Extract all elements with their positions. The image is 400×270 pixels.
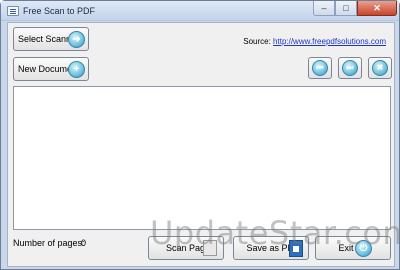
skip-next-icon: ⏭ [342, 60, 358, 76]
save-as-pdf-button[interactable]: Save as PDF [233, 236, 309, 260]
plus-icon: + [68, 61, 85, 78]
source-link[interactable]: http://www.freepdfsolutions.com [273, 37, 386, 46]
app-window: Free Scan to PDF – □ ✕ Select Scanner ➜ … [0, 0, 400, 270]
source-label: Source: [243, 37, 271, 46]
delete-icon: ✖ [372, 60, 388, 76]
pages-count-label: Number of pages: [13, 238, 85, 248]
power-icon: ⏻ [355, 240, 372, 257]
page-preview-area [13, 86, 391, 230]
app-icon [7, 6, 19, 16]
exit-label: Exit [338, 243, 354, 253]
arrow-right-icon: ➜ [68, 31, 85, 48]
pdf-icon [289, 240, 303, 257]
maximize-button[interactable]: □ [335, 1, 357, 16]
skip-previous-icon: ⏮ [312, 60, 328, 76]
window-controls: – □ ✕ [313, 1, 397, 18]
delete-page-button[interactable]: ✖ [368, 57, 392, 79]
next-page-button[interactable]: ⏭ [338, 57, 362, 79]
title-bar[interactable]: Free Scan to PDF – □ ✕ [1, 1, 399, 21]
new-document-button[interactable]: New Document + [13, 57, 89, 81]
previous-page-button[interactable]: ⏮ [308, 57, 332, 79]
close-button[interactable]: ✕ [357, 1, 397, 16]
source-info: Source: http://www.freepdfsolutions.com [243, 37, 386, 46]
scan-page-button[interactable]: Scan Page [148, 236, 224, 260]
pages-count-value: 0 [81, 238, 87, 248]
select-scanner-button[interactable]: Select Scanner ➜ [13, 27, 89, 51]
window-title: Free Scan to PDF [23, 6, 96, 16]
main-panel: Select Scanner ➜ New Document + Source: … [7, 22, 395, 267]
scanner-icon [203, 240, 217, 256]
minimize-button[interactable]: – [313, 1, 335, 16]
exit-button[interactable]: Exit ⏻ [315, 236, 391, 260]
